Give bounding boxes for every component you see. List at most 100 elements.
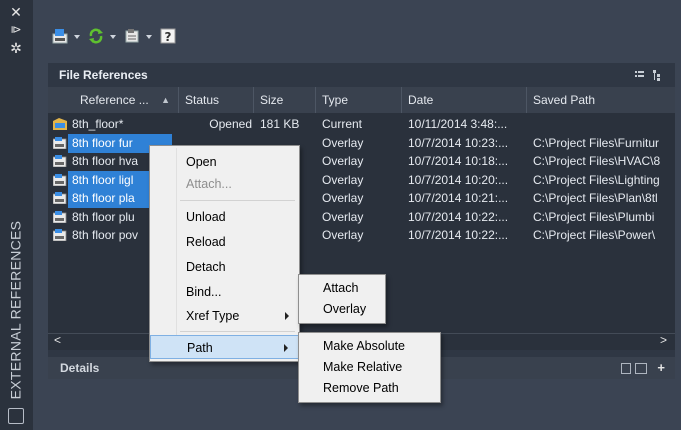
refresh-button[interactable] [84, 24, 120, 50]
cell-path: C:\Project Files\HVAC\8 [533, 154, 661, 168]
change-path-button[interactable] [120, 24, 156, 50]
attach-dropdown-icon[interactable] [74, 35, 80, 39]
refresh-dropdown-icon[interactable] [110, 35, 116, 39]
cell-type: Current [322, 117, 363, 131]
menu-item-reload[interactable]: Reload [150, 230, 299, 254]
menu-label-reload: Reload [186, 235, 226, 249]
column-header-size[interactable]: Size [254, 87, 316, 113]
attach-dwg-icon [52, 29, 68, 44]
xref-context-menu: Open Attach... Unload Reload Detach Bind… [149, 145, 300, 362]
cell-name: 8th_floor* [72, 117, 124, 131]
dwg-xref-icon [52, 173, 67, 186]
cell-path: C:\Project Files\Plumbi [533, 209, 655, 224]
properties-gear-icon[interactable]: ✲ [6, 40, 26, 56]
cell-type: Overlay [322, 172, 364, 187]
submenu-label-remove-path: Remove Path [323, 381, 399, 395]
list-tree-view-icon[interactable] [635, 69, 665, 81]
cell-type: Overlay [322, 228, 364, 242]
column-header-saved-path[interactable]: Saved Path [527, 87, 675, 113]
close-icon[interactable]: ✕ [6, 4, 26, 20]
table-row[interactable]: 8th floor pla Overlay 10/7/2014 10:21:... C… [48, 189, 675, 208]
refresh-icon [89, 28, 103, 44]
scroll-left-icon[interactable]: < [54, 333, 61, 347]
list-header: Reference ... ▲ Status Size Type Date Sa… [48, 87, 675, 113]
cell-date: 10/7/2014 10:23:... [408, 135, 509, 150]
menu-item-bind[interactable]: Bind... [150, 280, 299, 304]
cell-size: 181 KB [260, 117, 300, 131]
help-icon: ? [160, 28, 176, 44]
details-icon[interactable] [621, 363, 631, 374]
auto-hide-icon[interactable]: ⧐ [6, 22, 26, 38]
menu-separator [180, 200, 295, 201]
column-header-status[interactable]: Status [179, 87, 254, 113]
table-row[interactable]: 8th floor fur Overlay 10/7/2014 10:23:... C… [48, 133, 675, 153]
menu-label-open: Open [186, 155, 217, 169]
submenu-arrow-icon [285, 312, 289, 320]
submenu-label-overlay: Overlay [323, 302, 367, 316]
change-path-dropdown-icon[interactable] [146, 35, 152, 39]
menu-label-unload: Unload [186, 210, 226, 224]
table-row[interactable]: 8th floor plu Overlay 10/7/2014 10:22:... C… [48, 208, 675, 227]
dwg-xref-icon [52, 136, 67, 149]
cell-date: 10/7/2014 10:20:... [408, 172, 509, 187]
menu-label-bind: Bind... [186, 285, 222, 299]
submenu-label-attach: Attach [323, 281, 359, 295]
submenu-arrow-icon [284, 344, 288, 352]
palette-vertical-title: EXTERNAL REFERENCES [7, 220, 24, 400]
menu-item-unload[interactable]: Unload [150, 205, 299, 229]
cell-type: Overlay [322, 191, 364, 205]
cell-type: Overlay [322, 154, 364, 168]
palette-title-bar: ✕ ⧐ ✲ EXTERNAL REFERENCES [0, 0, 33, 430]
cell-date: 10/7/2014 10:22:... [408, 209, 509, 224]
xref-type-submenu: Attach Overlay [298, 274, 386, 324]
attach-dwg-button[interactable] [48, 24, 84, 50]
cell-path [533, 115, 673, 134]
menu-item-open[interactable]: Open [150, 150, 299, 174]
menu-label-detach: Detach [186, 260, 226, 274]
cell-path: C:\Project Files\Lighting [533, 172, 660, 187]
cell-type: Overlay [322, 135, 364, 150]
menu-item-xref-type[interactable]: Xref Type [150, 304, 299, 328]
submenu-item-overlay[interactable]: Overlay [299, 297, 385, 321]
table-row[interactable]: 8th floor pov Overlay 10/7/2014 10:22:... C… [48, 226, 675, 245]
dwg-xref-icon [52, 210, 67, 223]
dwg-xref-icon [52, 155, 67, 168]
cell-date: 10/7/2014 10:21:... [408, 191, 509, 205]
menu-label-path: Path [187, 341, 213, 355]
table-row[interactable]: 8th_floor* Opened 181 KB Current 10/11/2014 … [48, 115, 675, 134]
cell-path: C:\Project Files\Plan\8tl [533, 191, 658, 205]
column-header-date[interactable]: Date [402, 87, 527, 113]
dwg-current-icon [53, 118, 67, 130]
submenu-label-make-relative: Make Relative [323, 360, 403, 374]
menu-separator [180, 331, 295, 332]
cell-path: C:\Project Files\Power\ [533, 228, 656, 242]
menu-item-detach[interactable]: Detach [150, 255, 299, 279]
path-submenu: Make Absolute Make Relative Remove Path [298, 332, 441, 403]
details-title: Details [60, 361, 100, 375]
expand-details-icon[interactable]: + [657, 357, 665, 379]
preview-icon[interactable] [635, 363, 647, 374]
sort-ascending-icon: ▲ [161, 95, 170, 105]
column-label-reference: Reference ... [80, 93, 149, 107]
submenu-item-remove-path[interactable]: Remove Path [299, 376, 440, 400]
menu-label-xref-type: Xref Type [186, 309, 240, 323]
svg-text:?: ? [165, 30, 172, 44]
change-path-icon [125, 29, 139, 43]
scroll-right-icon[interactable]: > [660, 333, 667, 347]
table-row[interactable]: 8th floor hva Overlay 10/7/2014 10:18:... C… [48, 152, 675, 171]
column-label-type: Type [322, 93, 349, 107]
menu-label-attach: Attach... [186, 177, 232, 191]
column-header-reference[interactable]: Reference ... ▲ [68, 87, 179, 113]
menu-item-path[interactable]: Path [150, 335, 299, 359]
cell-date: 10/7/2014 10:18:... [408, 154, 509, 168]
file-references-header: File References [48, 63, 675, 87]
column-label-date: Date [408, 93, 434, 107]
menu-item-attach: Attach... [150, 172, 299, 196]
column-header-type[interactable]: Type [316, 87, 402, 113]
panel-title: File References [59, 68, 148, 82]
table-row[interactable]: 8th floor ligl Overlay 10/7/2014 10:20:...… [48, 170, 675, 190]
column-label-size: Size [260, 93, 284, 107]
help-button[interactable]: ? [156, 24, 180, 50]
cell-date: 10/7/2014 10:22:... [408, 228, 509, 242]
dock-icon[interactable] [8, 408, 24, 424]
